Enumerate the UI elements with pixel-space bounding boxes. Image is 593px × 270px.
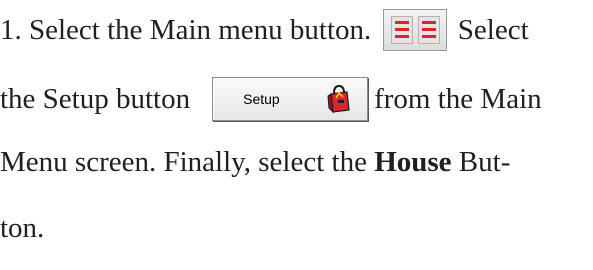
setup-button[interactable]: Setup xyxy=(212,77,369,121)
instruction-line-2: the Setup button Setup from the Main xyxy=(0,77,542,121)
toolbox-icon xyxy=(327,84,350,114)
main-menu-icon[interactable] xyxy=(382,9,447,51)
instruction-line-1: 1. Select the Main menu button. Select xyxy=(0,9,529,51)
menu-icon-right-column xyxy=(417,16,440,44)
setup-button-label: Setup xyxy=(243,91,280,107)
line3-text-before: Menu screen. Finally, select the xyxy=(0,146,367,178)
line1-text-before: 1. Select the Main menu button. xyxy=(0,14,372,46)
house-button-name: House xyxy=(374,146,452,178)
line4-text: ton. xyxy=(0,212,45,244)
line1-text-after: Select xyxy=(457,14,529,46)
line2-text-after: from the Main xyxy=(374,83,542,115)
line3-text-after: But- xyxy=(458,146,511,178)
menu-icon-left-column xyxy=(390,16,413,44)
instruction-line-4: ton. xyxy=(0,211,44,245)
instruction-line-3: Menu screen. Finally, select the House B… xyxy=(0,145,510,179)
line2-text-before: the Setup button xyxy=(0,83,191,115)
